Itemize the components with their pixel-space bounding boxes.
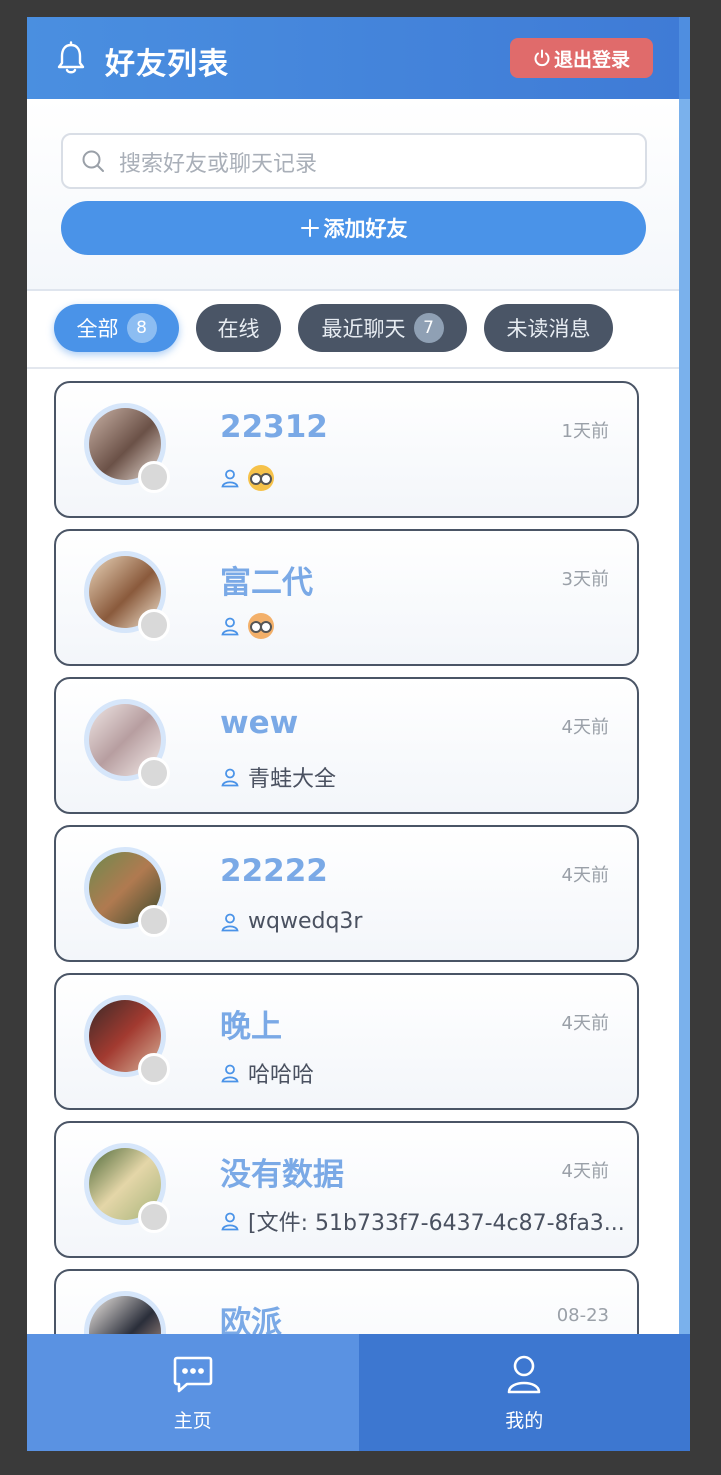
- status-dot: [138, 905, 170, 937]
- avatar[interactable]: [84, 847, 170, 937]
- avatar[interactable]: [84, 551, 170, 641]
- user-icon: [221, 1064, 239, 1083]
- user-icon: [221, 913, 239, 931]
- status-dot: [138, 1053, 170, 1085]
- friend-card[interactable]: 22312 1天前: [54, 381, 639, 518]
- user-icon: [221, 469, 239, 488]
- message-text: 青蛙大全: [248, 767, 337, 792]
- filter-tabs: 全部 8 在线 最近聊天 7 未读消息: [27, 291, 679, 369]
- plus-icon: [300, 219, 319, 237]
- user-icon: [221, 617, 239, 636]
- last-active-time: 4天前: [561, 717, 609, 738]
- avatar[interactable]: [84, 1143, 170, 1233]
- avatar[interactable]: [84, 1291, 166, 1334]
- search-input[interactable]: 搜索好友或聊天记录: [61, 133, 647, 189]
- add-friend-label: 添加好友: [323, 217, 408, 241]
- last-message: wqwedq3r: [220, 909, 362, 934]
- last-message: [文件: 51b733f7-6437-4c87-8fa3...: [220, 1205, 625, 1237]
- message-text: 哈哈哈: [248, 1063, 315, 1088]
- nav-home-label: 主页: [173, 1410, 212, 1432]
- last-message: 青蛙大全: [220, 761, 336, 793]
- friend-name: 欧派: [220, 1305, 282, 1334]
- message-text: wqwedq3r: [248, 909, 363, 934]
- tab-online[interactable]: 在线: [196, 304, 281, 352]
- last-message: [220, 465, 274, 491]
- last-active-time: 4天前: [561, 865, 609, 886]
- status-dot: [138, 609, 170, 641]
- last-active-time: 4天前: [561, 1013, 609, 1034]
- friend-name: wew: [220, 705, 299, 741]
- message-text: [文件: 51b733f7-6437-4c87-8fa3...: [248, 1211, 625, 1236]
- search-placeholder: 搜索好友或聊天记录: [119, 152, 318, 177]
- friend-name: 没有数据: [220, 1157, 344, 1193]
- friend-card[interactable]: 22222 4天前 wqwedq3r: [54, 825, 639, 962]
- scrollbar-top: [679, 17, 690, 99]
- user-icon: [221, 768, 239, 787]
- search-area: 搜索好友或聊天记录 添加好友: [27, 99, 679, 291]
- nav-mine[interactable]: 我的: [358, 1334, 690, 1451]
- logout-label: 退出登录: [553, 48, 630, 71]
- bottom-nav: 主页 我的: [27, 1334, 690, 1451]
- power-icon: [534, 49, 550, 67]
- emoji-icon: [248, 613, 274, 639]
- search-icon: [82, 150, 104, 172]
- friend-name: 22222: [220, 853, 328, 889]
- header-bar: 好友列表 退出登录: [27, 17, 679, 99]
- last-active-time: 1天前: [561, 421, 609, 442]
- last-active-time: 4天前: [561, 1161, 609, 1182]
- last-active-time: 08-23: [556, 1305, 609, 1326]
- tab-all[interactable]: 全部 8: [54, 304, 179, 352]
- logout-button[interactable]: 退出登录: [510, 38, 653, 78]
- friend-name: 富二代: [220, 565, 313, 601]
- friend-card[interactable]: 晚上 4天前 哈哈哈: [54, 973, 639, 1110]
- nav-mine-label: 我的: [505, 1410, 544, 1432]
- nav-home[interactable]: 主页: [27, 1334, 359, 1451]
- tab-label: 最近聊天: [321, 317, 406, 341]
- status-dot: [138, 1201, 170, 1233]
- friend-list: 22312 1天前 富二代 3天前 wew 4天前 青蛙大全 22222 4天前…: [27, 369, 679, 1334]
- app-window: 好友列表 退出登录 搜索好友或聊天记录 添加好友 全部 8 在线 最近聊天 7 …: [27, 17, 690, 1451]
- friend-card[interactable]: 没有数据 4天前 [文件: 51b733f7-6437-4c87-8fa3...: [54, 1121, 639, 1258]
- bell-icon[interactable]: [55, 41, 87, 75]
- friend-card[interactable]: 富二代 3天前: [54, 529, 639, 666]
- status-dot: [138, 757, 170, 789]
- friend-name: 晚上: [220, 1009, 282, 1045]
- tab-label: 全部: [76, 317, 119, 341]
- avatar-photo: [89, 1296, 161, 1334]
- status-dot: [138, 461, 170, 493]
- chat-icon: [173, 1356, 213, 1393]
- tab-recent-chats[interactable]: 最近聊天 7: [298, 304, 467, 352]
- last-message: [220, 613, 274, 639]
- count-badge: 8: [126, 313, 157, 343]
- emoji-icon: [248, 465, 274, 491]
- friend-card[interactable]: 欧派 08-23: [54, 1269, 639, 1334]
- tab-label: 未读消息: [506, 317, 591, 341]
- user-icon: [221, 1212, 239, 1231]
- avatar[interactable]: [84, 403, 170, 493]
- scrollbar[interactable]: [679, 17, 690, 1334]
- friend-name: 22312: [220, 409, 328, 445]
- last-message: 哈哈哈: [220, 1057, 314, 1089]
- friend-card[interactable]: wew 4天前 青蛙大全: [54, 677, 639, 814]
- tab-label: 在线: [217, 317, 260, 341]
- page-title: 好友列表: [105, 47, 229, 82]
- avatar[interactable]: [84, 699, 170, 789]
- user-icon: [507, 1355, 541, 1394]
- tab-unread[interactable]: 未读消息: [484, 304, 613, 352]
- add-friend-button[interactable]: 添加好友: [61, 201, 646, 255]
- last-active-time: 3天前: [561, 569, 609, 590]
- count-badge: 7: [413, 313, 444, 343]
- avatar[interactable]: [84, 995, 170, 1085]
